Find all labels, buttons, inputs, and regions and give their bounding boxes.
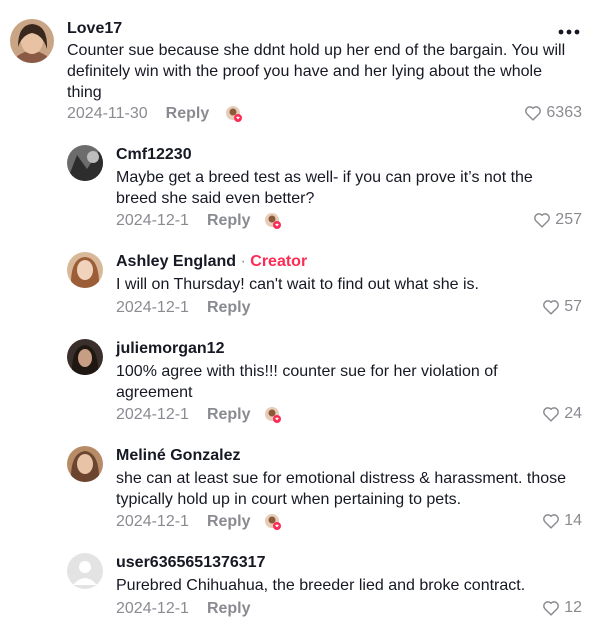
avatar[interactable]	[10, 19, 54, 63]
reply-button[interactable]: Reply	[207, 406, 251, 423]
creator-liked-avatar-icon	[226, 106, 242, 122]
reply-item: Ashley England · Creator I will on Thurs…	[0, 252, 596, 332]
reply-button[interactable]: Reply	[207, 299, 251, 316]
avatar[interactable]	[67, 446, 103, 482]
username[interactable]: Love17	[67, 20, 122, 38]
heart-outline-icon	[543, 601, 560, 616]
username[interactable]: juliemorgan12	[116, 340, 224, 358]
comment-meta: 2024-12-1 Reply	[116, 299, 251, 317]
avatar[interactable]	[67, 252, 103, 288]
heart-outline-icon	[525, 106, 542, 121]
like-count: 6363	[546, 104, 582, 121]
like-count: 12	[564, 599, 582, 616]
creator-liked-avatar-icon	[265, 213, 281, 229]
comment-text: Maybe get a breed test as well- if you c…	[116, 169, 533, 207]
more-options-button[interactable]	[558, 22, 580, 40]
creator-badge: Creator	[250, 253, 308, 270]
comment-meta: 2024-12-1 Reply	[116, 513, 251, 531]
avatar[interactable]	[67, 145, 103, 181]
separator-dot: ·	[240, 253, 246, 270]
like-button[interactable]: 6363	[524, 104, 582, 122]
like-button[interactable]: 57	[542, 298, 582, 316]
creator-liked-avatar-icon	[265, 407, 281, 423]
like-count: 57	[564, 298, 582, 315]
username[interactable]: Ashley England	[116, 253, 236, 270]
avatar[interactable]	[67, 339, 103, 375]
reply-button[interactable]: Reply	[207, 600, 251, 617]
creator-liked-avatar-icon	[265, 514, 281, 530]
username[interactable]: Meliné Gonzalez	[116, 447, 240, 465]
like-count: 14	[564, 512, 582, 529]
comment-meta: 2024-11-30 Reply	[67, 105, 209, 123]
username-row: Ashley England · Creator	[116, 253, 307, 271]
like-count: 257	[555, 211, 582, 228]
like-button[interactable]: 12	[542, 599, 582, 617]
avatar[interactable]	[67, 553, 103, 589]
comment-date: 2024-12-1	[116, 299, 189, 316]
reply-item: juliemorgan12 100% agree with this!!! co…	[0, 339, 596, 434]
comment-text: Purebred Chihuahua, the breeder lied and…	[116, 577, 526, 594]
heart-outline-icon	[534, 213, 551, 228]
reply-button[interactable]: Reply	[207, 212, 251, 229]
comment-date: 2024-12-1	[116, 406, 189, 423]
default-avatar-icon	[67, 553, 103, 589]
comment-text: 100% agree with this!!! counter sue for …	[116, 363, 498, 401]
reply-item: Meliné Gonzalez she can at least sue for…	[0, 446, 596, 541]
comment-text: Counter sue because she ddnt hold up her…	[67, 42, 566, 101]
comment-date: 2024-11-30	[67, 105, 148, 122]
like-count: 24	[564, 405, 582, 422]
comment-text: I will on Thursday! can't wait to find o…	[116, 276, 479, 293]
comment-item: Love17 Counter sue because she ddnt hold…	[0, 0, 596, 130]
username[interactable]: Cmf12230	[116, 146, 192, 164]
comment-date: 2024-12-1	[116, 212, 189, 229]
comment-meta: 2024-12-1 Reply	[116, 406, 251, 424]
heart-outline-icon	[543, 300, 560, 315]
comment-meta: 2024-12-1 Reply	[116, 600, 251, 618]
reply-item: Cmf12230 Maybe get a breed test as well-…	[0, 145, 596, 240]
like-button[interactable]: 24	[542, 405, 582, 423]
like-button[interactable]: 14	[542, 512, 582, 530]
comment-meta: 2024-12-1 Reply	[116, 212, 251, 230]
more-horizontal-icon	[558, 29, 580, 35]
comment-text: she can at least sue for emotional distr…	[116, 470, 567, 508]
reply-button[interactable]: Reply	[207, 513, 251, 530]
comment-date: 2024-12-1	[116, 513, 189, 530]
heart-outline-icon	[543, 407, 560, 422]
comment-date: 2024-12-1	[116, 600, 189, 617]
like-button[interactable]: 257	[533, 211, 582, 229]
username[interactable]: user6365651376317	[116, 554, 265, 572]
reply-button[interactable]: Reply	[166, 105, 210, 122]
reply-item: user6365651376317 Purebred Chihuahua, th…	[0, 553, 596, 628]
heart-outline-icon	[543, 514, 560, 529]
